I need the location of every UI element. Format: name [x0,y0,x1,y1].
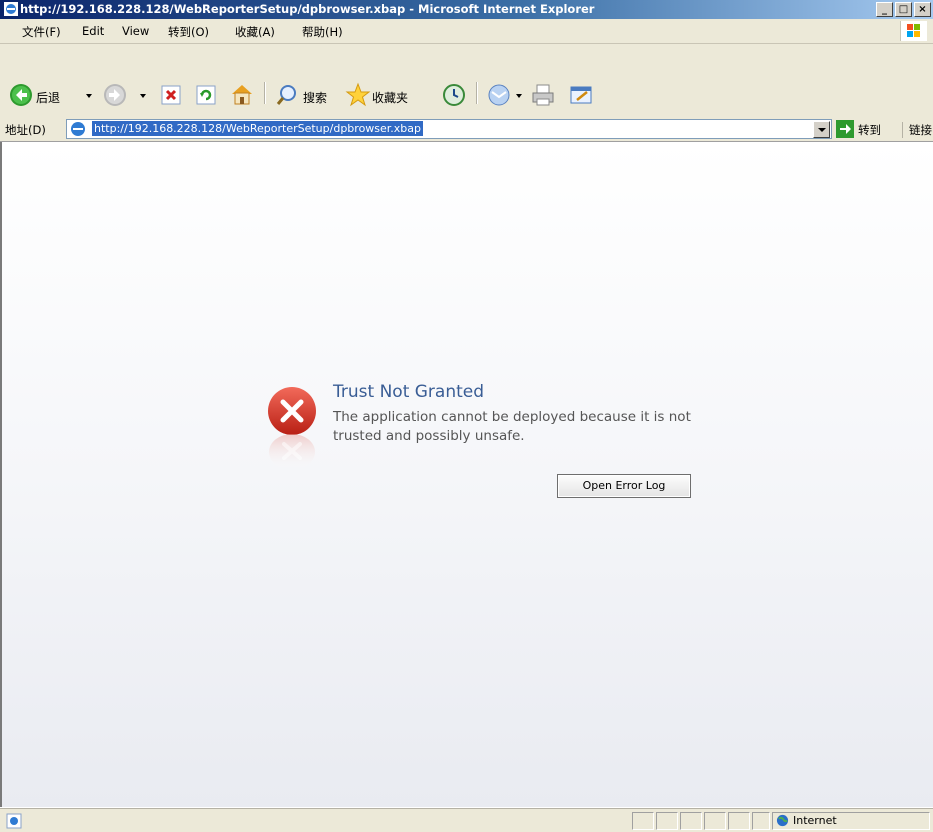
search-label[interactable]: 搜索 [303,89,327,106]
standard-toolbar [0,44,933,77]
status-panel [680,812,702,830]
search-icon[interactable] [276,84,300,106]
back-icon[interactable] [9,83,33,107]
menu-bar: 文件(F) Edit View 转到(O) 收藏(A) 帮助(H) [0,19,933,44]
mail-icon[interactable] [487,83,513,107]
title-bar[interactable]: http://192.168.228.128/WebReporterSetup/… [0,0,933,19]
ie-window: http://192.168.228.128/WebReporterSetup/… [0,0,933,832]
menu-goto[interactable]: 转到(O) [168,24,209,40]
toolbar-row: 后退 搜索 收藏夹 [0,76,933,118]
minimize-button[interactable]: _ [876,2,893,17]
toolbar-separator [476,82,478,104]
status-panel [656,812,678,830]
window-title: http://192.168.228.128/WebReporterSetup/… [20,2,595,16]
menu-file[interactable]: 文件(F) [22,24,61,40]
open-error-log-button[interactable]: Open Error Log [557,474,691,498]
links-button[interactable]: 链接 [902,122,932,138]
window-controls: _ □ × [876,2,933,17]
print-icon[interactable] [530,83,556,107]
home-icon[interactable] [229,82,255,106]
address-url[interactable]: http://192.168.228.128/WebReporterSetup/… [92,121,424,136]
status-panel [704,812,726,830]
menu-edit[interactable]: Edit [82,24,104,38]
status-panel [728,812,750,830]
menu-help[interactable]: 帮助(H) [302,24,343,40]
windows-logo-icon [900,21,927,41]
back-label[interactable]: 后退 [36,89,60,106]
forward-dropdown-icon[interactable] [140,94,146,98]
close-button[interactable]: × [914,2,931,17]
go-button[interactable]: 转到 [858,122,881,138]
status-panel [632,812,654,830]
menu-favorites[interactable]: 收藏(A) [235,24,275,40]
status-bar: Internet [0,808,933,832]
edit-icon[interactable] [569,84,593,106]
security-zone[interactable]: Internet [772,812,930,830]
stop-icon[interactable] [161,85,181,105]
page-status-icon [6,813,22,829]
error-message: The application cannot be deployed becau… [333,409,691,444]
address-dropdown-button[interactable] [813,121,830,138]
ie-logo-icon [4,2,18,16]
mail-dropdown-icon[interactable] [516,94,522,98]
favorites-label[interactable]: 收藏夹 [372,89,408,106]
error-title: Trust Not Granted [333,382,485,402]
address-label: 地址(D) [5,123,46,137]
go-arrow-icon[interactable] [836,120,854,138]
history-icon[interactable] [442,83,466,107]
refresh-icon[interactable] [196,85,216,105]
forward-icon[interactable] [103,83,127,107]
address-bar: 地址(D) http://192.168.228.128/WebReporter… [0,117,933,142]
page-content: Trust Not Granted The application cannot… [0,142,933,807]
page-icon [71,122,85,136]
globe-icon [776,814,789,827]
zone-label: Internet [793,814,837,827]
status-panel [752,812,770,830]
maximize-button[interactable]: □ [895,2,912,17]
address-input[interactable]: http://192.168.228.128/WebReporterSetup/… [66,119,832,139]
back-dropdown-icon[interactable] [86,94,92,98]
favorites-star-icon[interactable] [345,82,371,108]
menu-view[interactable]: View [122,24,149,38]
error-icon [268,387,316,470]
toolbar-separator [264,82,266,104]
